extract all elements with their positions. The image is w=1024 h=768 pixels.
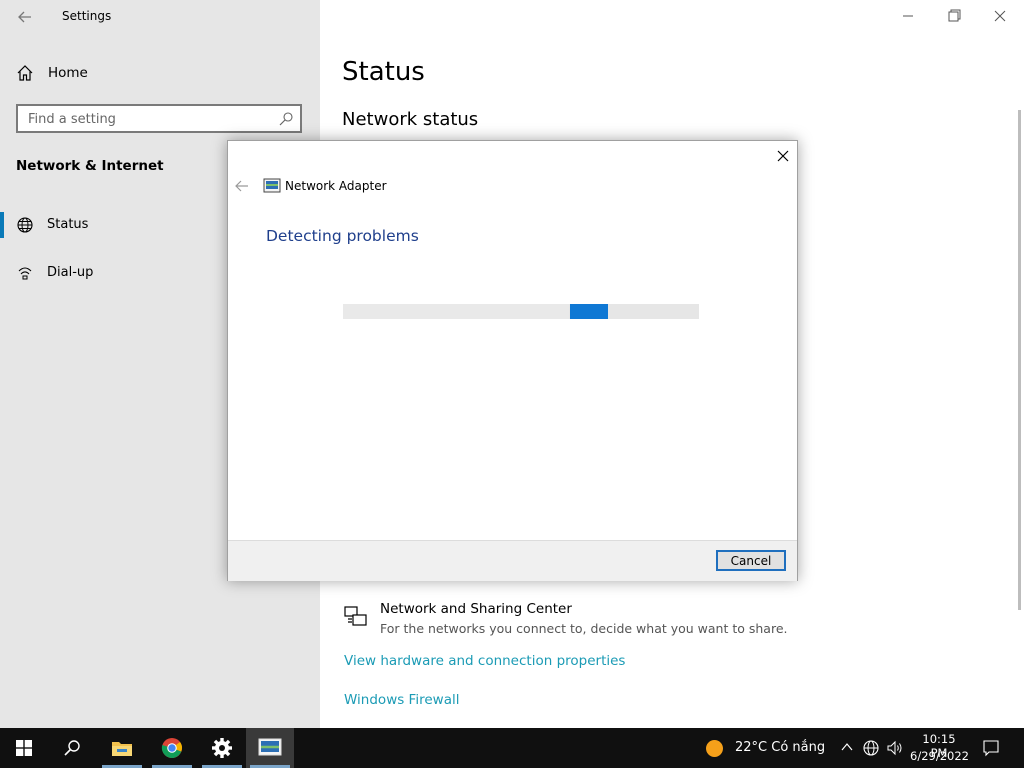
sidebar-item-dialup[interactable]: Dial-up (47, 265, 93, 280)
troubleshooter-dialog: Network Adapter Detecting problems Cance… (227, 140, 798, 581)
dialup-icon (18, 267, 32, 280)
dialog-heading: Detecting problems (266, 227, 419, 245)
settings-gear-icon (212, 738, 232, 758)
taskbar-settings[interactable] (198, 728, 246, 768)
cancel-button[interactable]: Cancel (716, 550, 786, 571)
chevron-up-icon[interactable] (840, 740, 854, 754)
volume-icon[interactable] (886, 739, 904, 757)
windows-firewall-link[interactable]: Windows Firewall (344, 692, 459, 708)
notification-icon[interactable] (982, 739, 1000, 757)
page-title: Status (342, 57, 425, 87)
minimize-icon[interactable] (898, 8, 918, 24)
sidebar-item-status[interactable]: Status (47, 217, 88, 232)
troubleshooter-icon (258, 738, 282, 756)
taskbar-chrome[interactable] (148, 728, 196, 768)
network-sharing-center-icon (344, 606, 367, 626)
network-sharing-center-title[interactable]: Network and Sharing Center (380, 601, 572, 617)
windows-start-icon (16, 740, 32, 756)
section-heading: Network & Internet (16, 158, 164, 174)
taskbar-troubleshooter[interactable] (246, 728, 294, 768)
progress-track (343, 304, 569, 319)
home-icon (17, 65, 33, 81)
taskbar-search-button[interactable] (48, 728, 96, 768)
scrollbar[interactable] (1018, 110, 1021, 610)
selection-indicator (0, 212, 4, 238)
dialog-close-icon[interactable] (774, 147, 792, 165)
search-icon[interactable] (278, 111, 294, 127)
search-input[interactable]: Find a setting (16, 104, 302, 133)
globe-icon (17, 217, 33, 233)
sun-weather-icon[interactable] (706, 740, 723, 757)
network-adapter-icon (263, 178, 281, 193)
app-title: Settings (62, 9, 112, 23)
progress-indicator (570, 304, 608, 319)
progress-bar (343, 304, 699, 319)
restore-icon[interactable] (944, 8, 964, 24)
dialog-footer: Cancel (228, 540, 797, 581)
weather-text[interactable]: 22°C Có nắng (735, 740, 825, 755)
chrome-icon (161, 738, 182, 758)
clock-date[interactable]: 6/29/2022 (910, 749, 969, 763)
dialog-back-icon[interactable] (234, 179, 250, 193)
close-icon[interactable] (990, 8, 1010, 24)
network-sharing-center-description: For the networks you connect to, decide … (380, 621, 788, 636)
taskbar: 22°C Có nắng 10:15 PM 6/29/2022 (0, 728, 1024, 768)
taskbar-file-explorer[interactable] (98, 728, 146, 768)
back-arrow-icon[interactable] (14, 6, 36, 28)
start-button[interactable] (0, 728, 48, 768)
dialog-app-title: Network Adapter (285, 179, 387, 193)
home-link[interactable]: Home (48, 65, 88, 81)
view-hardware-link[interactable]: View hardware and connection properties (344, 653, 625, 669)
search-placeholder: Find a setting (28, 112, 116, 127)
search-icon (64, 740, 80, 756)
section-subtitle: Network status (342, 109, 479, 130)
file-explorer-icon (112, 742, 132, 756)
network-globe-icon[interactable] (862, 739, 880, 757)
